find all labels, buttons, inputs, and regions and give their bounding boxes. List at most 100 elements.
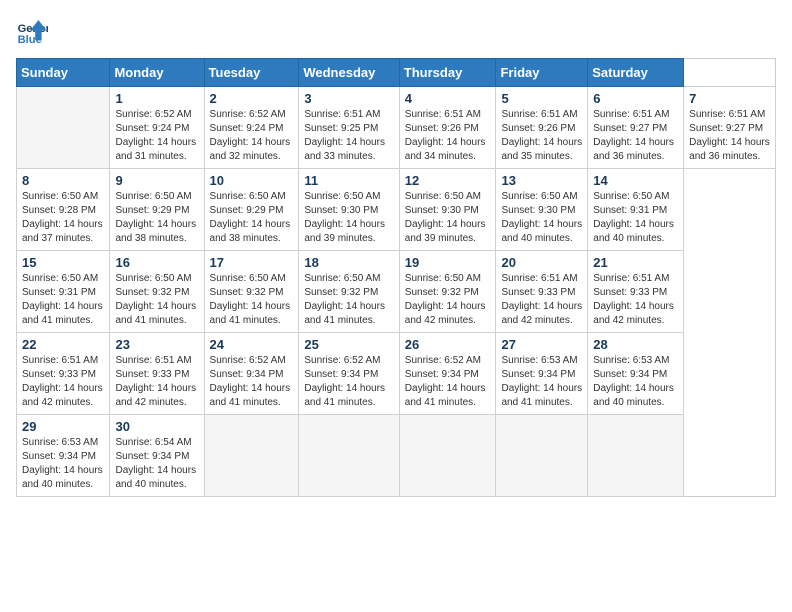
calendar-day: 18 Sunrise: 6:50 AMSunset: 9:32 PMDayligh… — [299, 251, 399, 333]
day-number: 13 — [501, 173, 582, 188]
day-info: Sunrise: 6:50 AMSunset: 9:30 PMDaylight:… — [405, 190, 491, 246]
day-info: Sunrise: 6:52 AMSunset: 9:34 PMDaylight:… — [405, 354, 491, 410]
week-row-5: 29Sunrise: 6:53 AMSunset: 9:34 PMDayligh… — [17, 415, 776, 497]
day-number: 30 — [115, 419, 198, 434]
calendar-day: 3 Sunrise: 6:51 AMSunset: 9:25 PMDaylight… — [299, 87, 399, 169]
calendar-day: 12 Sunrise: 6:50 AMSunset: 9:30 PMDayligh… — [399, 169, 496, 251]
day-info: Sunrise: 6:52 AMSunset: 9:34 PMDaylight:… — [210, 354, 294, 410]
calendar-day: 10 Sunrise: 6:50 AMSunset: 9:29 PMDayligh… — [204, 169, 299, 251]
page-header: General Blue — [16, 16, 776, 48]
day-info: Sunrise: 6:50 AMSunset: 9:29 PMDaylight:… — [210, 190, 294, 246]
day-info: Sunrise: 6:50 AMSunset: 9:28 PMDaylight:… — [22, 190, 104, 246]
week-row-4: 22Sunrise: 6:51 AMSunset: 9:33 PMDayligh… — [17, 333, 776, 415]
calendar-day: 26 Sunrise: 6:52 AMSunset: 9:34 PMDayligh… — [399, 333, 496, 415]
day-number: 15 — [22, 255, 104, 270]
day-number: 23 — [115, 337, 198, 352]
day-number: 14 — [593, 173, 678, 188]
day-header-saturday: Saturday — [588, 59, 684, 87]
calendar-day: 13 Sunrise: 6:50 AMSunset: 9:30 PMDayligh… — [496, 169, 588, 251]
calendar-day: 20Sunrise: 6:51 AMSunset: 9:33 PMDayligh… — [496, 251, 588, 333]
day-number: 4 — [405, 91, 491, 106]
day-info: Sunrise: 6:51 AMSunset: 9:33 PMDaylight:… — [115, 354, 198, 410]
day-number: 5 — [501, 91, 582, 106]
day-number: 12 — [405, 173, 491, 188]
day-number: 20 — [501, 255, 582, 270]
day-number: 3 — [304, 91, 393, 106]
day-info: Sunrise: 6:51 AMSunset: 9:27 PMDaylight:… — [593, 108, 678, 164]
day-number: 24 — [210, 337, 294, 352]
calendar-day: 11 Sunrise: 6:50 AMSunset: 9:30 PMDayligh… — [299, 169, 399, 251]
calendar-day: 19Sunrise: 6:50 AMSunset: 9:32 PMDayligh… — [399, 251, 496, 333]
day-info: Sunrise: 6:50 AMSunset: 9:32 PMDaylight:… — [304, 272, 393, 328]
day-info: Sunrise: 6:50 AMSunset: 9:32 PMDaylight:… — [405, 272, 491, 328]
day-info: Sunrise: 6:50 AMSunset: 9:32 PMDaylight:… — [210, 272, 294, 328]
calendar-day: 30Sunrise: 6:54 AMSunset: 9:34 PMDayligh… — [110, 415, 204, 497]
day-info: Sunrise: 6:52 AMSunset: 9:24 PMDaylight:… — [115, 108, 198, 164]
day-info: Sunrise: 6:52 AMSunset: 9:24 PMDaylight:… — [210, 108, 294, 164]
day-number: 1 — [115, 91, 198, 106]
calendar-day: 22Sunrise: 6:51 AMSunset: 9:33 PMDayligh… — [17, 333, 110, 415]
day-info: Sunrise: 6:52 AMSunset: 9:34 PMDaylight:… — [304, 354, 393, 410]
logo: General Blue — [16, 16, 48, 48]
calendar-day — [399, 415, 496, 497]
day-info: Sunrise: 6:50 AMSunset: 9:30 PMDaylight:… — [304, 190, 393, 246]
calendar-day: 4Sunrise: 6:51 AMSunset: 9:26 PMDaylight… — [399, 87, 496, 169]
calendar-day: 23 Sunrise: 6:51 AMSunset: 9:33 PMDayligh… — [110, 333, 204, 415]
calendar-day — [299, 415, 399, 497]
calendar-day: 5 Sunrise: 6:51 AMSunset: 9:26 PMDaylight… — [496, 87, 588, 169]
day-number: 28 — [593, 337, 678, 352]
calendar-day — [17, 87, 110, 169]
day-info: Sunrise: 6:50 AMSunset: 9:31 PMDaylight:… — [593, 190, 678, 246]
day-header-wednesday: Wednesday — [299, 59, 399, 87]
day-info: Sunrise: 6:53 AMSunset: 9:34 PMDaylight:… — [501, 354, 582, 410]
day-header-friday: Friday — [496, 59, 588, 87]
calendar-day: 9Sunrise: 6:50 AMSunset: 9:29 PMDaylight… — [110, 169, 204, 251]
week-row-1: 1 Sunrise: 6:52 AMSunset: 9:24 PMDaylight… — [17, 87, 776, 169]
day-info: Sunrise: 6:51 AMSunset: 9:25 PMDaylight:… — [304, 108, 393, 164]
day-number: 10 — [210, 173, 294, 188]
day-info: Sunrise: 6:51 AMSunset: 9:26 PMDaylight:… — [501, 108, 582, 164]
calendar-day: 6Sunrise: 6:51 AMSunset: 9:27 PMDaylight… — [588, 87, 684, 169]
day-number: 16 — [115, 255, 198, 270]
day-info: Sunrise: 6:51 AMSunset: 9:33 PMDaylight:… — [22, 354, 104, 410]
calendar-day: 25 Sunrise: 6:52 AMSunset: 9:34 PMDayligh… — [299, 333, 399, 415]
calendar-day: 27Sunrise: 6:53 AMSunset: 9:34 PMDayligh… — [496, 333, 588, 415]
day-number: 11 — [304, 173, 393, 188]
calendar-day: 7Sunrise: 6:51 AMSunset: 9:27 PMDaylight… — [684, 87, 776, 169]
day-header-tuesday: Tuesday — [204, 59, 299, 87]
day-info: Sunrise: 6:53 AMSunset: 9:34 PMDaylight:… — [593, 354, 678, 410]
day-number: 18 — [304, 255, 393, 270]
calendar-day: 24 Sunrise: 6:52 AMSunset: 9:34 PMDayligh… — [204, 333, 299, 415]
calendar-day: 14 Sunrise: 6:50 AMSunset: 9:31 PMDayligh… — [588, 169, 684, 251]
day-header-sunday: Sunday — [17, 59, 110, 87]
day-info: Sunrise: 6:50 AMSunset: 9:30 PMDaylight:… — [501, 190, 582, 246]
calendar-day: 29Sunrise: 6:53 AMSunset: 9:34 PMDayligh… — [17, 415, 110, 497]
calendar-day: 21 Sunrise: 6:51 AMSunset: 9:33 PMDayligh… — [588, 251, 684, 333]
calendar-day — [588, 415, 684, 497]
calendar-day: 28 Sunrise: 6:53 AMSunset: 9:34 PMDayligh… — [588, 333, 684, 415]
day-number: 17 — [210, 255, 294, 270]
day-info: Sunrise: 6:51 AMSunset: 9:27 PMDaylight:… — [689, 108, 770, 164]
day-number: 21 — [593, 255, 678, 270]
week-row-3: 15 Sunrise: 6:50 AMSunset: 9:31 PMDayligh… — [17, 251, 776, 333]
calendar-day: 2 Sunrise: 6:52 AMSunset: 9:24 PMDaylight… — [204, 87, 299, 169]
calendar-day — [496, 415, 588, 497]
calendar-day: 8 Sunrise: 6:50 AMSunset: 9:28 PMDaylight… — [17, 169, 110, 251]
calendar-table: SundayMondayTuesdayWednesdayThursdayFrid… — [16, 58, 776, 497]
calendar-day: 15 Sunrise: 6:50 AMSunset: 9:31 PMDayligh… — [17, 251, 110, 333]
day-number: 29 — [22, 419, 104, 434]
day-header-thursday: Thursday — [399, 59, 496, 87]
day-number: 25 — [304, 337, 393, 352]
day-number: 2 — [210, 91, 294, 106]
calendar-day: 1 Sunrise: 6:52 AMSunset: 9:24 PMDaylight… — [110, 87, 204, 169]
day-number: 26 — [405, 337, 491, 352]
week-row-2: 8 Sunrise: 6:50 AMSunset: 9:28 PMDaylight… — [17, 169, 776, 251]
day-info: Sunrise: 6:50 AMSunset: 9:32 PMDaylight:… — [115, 272, 198, 328]
day-number: 9 — [115, 173, 198, 188]
day-number: 8 — [22, 173, 104, 188]
calendar-day — [204, 415, 299, 497]
day-info: Sunrise: 6:51 AMSunset: 9:33 PMDaylight:… — [593, 272, 678, 328]
calendar-day: 16 Sunrise: 6:50 AMSunset: 9:32 PMDayligh… — [110, 251, 204, 333]
calendar-day: 17 Sunrise: 6:50 AMSunset: 9:32 PMDayligh… — [204, 251, 299, 333]
day-info: Sunrise: 6:50 AMSunset: 9:31 PMDaylight:… — [22, 272, 104, 328]
